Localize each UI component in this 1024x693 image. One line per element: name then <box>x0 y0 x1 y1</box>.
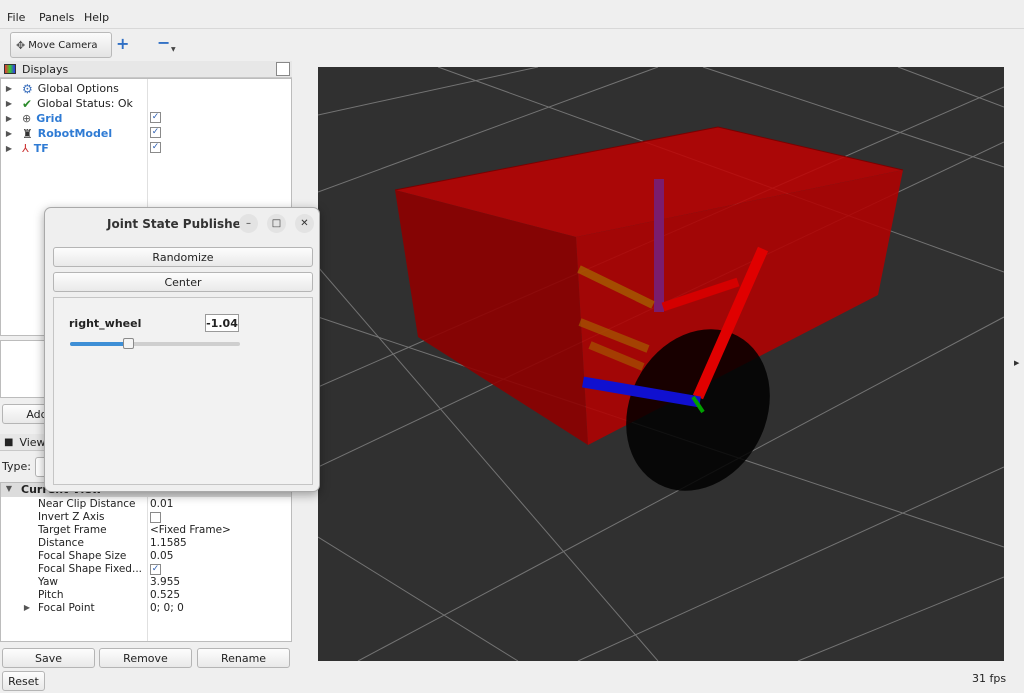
joint-value-field[interactable]: -1.04 <box>205 314 239 332</box>
expand-arrow-icon[interactable]: ▶ <box>4 99 14 108</box>
display-item-global-options[interactable]: ▶ ⚙ Global Options <box>1 81 119 96</box>
save-view-button[interactable]: Save <box>2 648 95 668</box>
prop-invert-z-axis[interactable]: Invert Z Axis <box>1 511 291 524</box>
move-camera-icon: ✥ <box>16 38 26 52</box>
menu-help[interactable]: Help <box>84 11 109 24</box>
joint-slider[interactable] <box>70 338 240 349</box>
gear-icon: ⚙ <box>22 81 33 96</box>
reset-button[interactable]: Reset <box>2 671 45 691</box>
robot-icon: ♜ <box>22 126 33 141</box>
dialog-titlebar[interactable]: Joint State Publisher – □ ✕ <box>45 208 319 240</box>
focal-shape-fixed-checkbox[interactable]: ✓ <box>150 564 161 575</box>
prop-distance[interactable]: Distance 1.1585 <box>1 537 291 550</box>
axes-icon: ⅄ <box>22 142 29 155</box>
expand-arrow-icon[interactable]: ▶ <box>4 129 14 138</box>
toolbar: ✥ Move Camera + − ▼ <box>0 28 1024 60</box>
rename-view-button[interactable]: Rename <box>197 648 290 668</box>
3d-viewport[interactable] <box>318 67 1004 661</box>
prop-focal-shape-size[interactable]: Focal Shape Size 0.05 <box>1 550 291 563</box>
tf-enabled-checkbox[interactable]: ✓ <box>150 142 161 153</box>
expand-arrow-icon[interactable]: ▶ <box>4 84 14 93</box>
displays-header: Displays <box>0 61 292 78</box>
close-icon[interactable]: ✕ <box>295 214 314 233</box>
display-item-grid[interactable]: ▶ ⊕ Grid <box>1 111 62 126</box>
joint-slider-fill <box>70 342 128 346</box>
views-properties-tree: ▼ Current View Near Clip Distance 0.01 I… <box>0 482 292 642</box>
add-tool-icon[interactable]: + <box>116 34 129 53</box>
display-item-global-status[interactable]: ▶ ✔ Global Status: Ok <box>1 96 133 111</box>
display-item-tf[interactable]: ▶ ⅄ TF <box>1 141 49 156</box>
prop-target-frame[interactable]: Target Frame <Fixed Frame> <box>1 524 291 537</box>
fps-readout: 31 fps <box>972 672 1007 685</box>
display-item-robotmodel[interactable]: ▶ ♜ RobotModel <box>1 126 112 141</box>
collapse-arrow-icon[interactable]: ▼ <box>4 484 14 493</box>
remove-view-button[interactable]: Remove <box>99 648 192 668</box>
tool-menu-chevron-icon[interactable]: ▼ <box>171 46 176 53</box>
move-camera-button[interactable]: ✥ Move Camera <box>10 32 112 58</box>
maximize-icon[interactable]: □ <box>267 214 286 233</box>
menu-panels[interactable]: Panels <box>39 11 74 24</box>
viewport-scene <box>318 67 1004 661</box>
center-button[interactable]: Center <box>53 272 313 292</box>
prop-near-clip-distance[interactable]: Near Clip Distance 0.01 <box>1 498 291 511</box>
checkmark-icon: ✔ <box>22 96 33 111</box>
expand-arrow-icon[interactable]: ▶ <box>4 144 14 153</box>
invert-z-axis-checkbox[interactable] <box>150 512 161 523</box>
robotmodel-enabled-checkbox[interactable]: ✓ <box>150 127 161 138</box>
minimize-icon[interactable]: – <box>239 214 258 233</box>
expand-arrow-icon[interactable]: ▶ <box>22 603 32 612</box>
prop-pitch[interactable]: Pitch 0.525 <box>1 589 291 602</box>
collapse-right-panel-icon[interactable]: ▶ <box>1014 359 1019 367</box>
displays-title: Displays <box>22 62 69 76</box>
view-type-label: Type: <box>2 460 31 473</box>
grid-enabled-checkbox[interactable]: ✓ <box>150 112 161 123</box>
joint-name-label: right_wheel <box>69 317 142 330</box>
menu-bar: File Panels Help <box>0 9 1024 27</box>
joint-state-publisher-window: Joint State Publisher – □ ✕ Randomize Ce… <box>44 207 320 492</box>
prop-focal-point[interactable]: ▶ Focal Point 0; 0; 0 <box>1 602 291 615</box>
displays-float-button[interactable] <box>276 62 290 76</box>
menu-file[interactable]: File <box>7 11 25 24</box>
prop-yaw[interactable]: Yaw 3.955 <box>1 576 291 589</box>
prop-focal-shape-fixed[interactable]: Focal Shape Fixed... ✓ <box>1 563 291 576</box>
remove-tool-icon[interactable]: − <box>157 33 170 52</box>
randomize-button[interactable]: Randomize <box>53 247 313 267</box>
expand-arrow-icon[interactable]: ▶ <box>4 114 14 123</box>
joint-slider-handle[interactable] <box>122 338 134 349</box>
grid-icon: ⊕ <box>22 112 32 125</box>
joint-sliders-panel: right_wheel -1.04 <box>53 297 313 485</box>
camera-icon: ■ <box>4 436 14 448</box>
displays-icon <box>4 64 16 74</box>
dialog-title: Joint State Publisher <box>107 217 247 231</box>
